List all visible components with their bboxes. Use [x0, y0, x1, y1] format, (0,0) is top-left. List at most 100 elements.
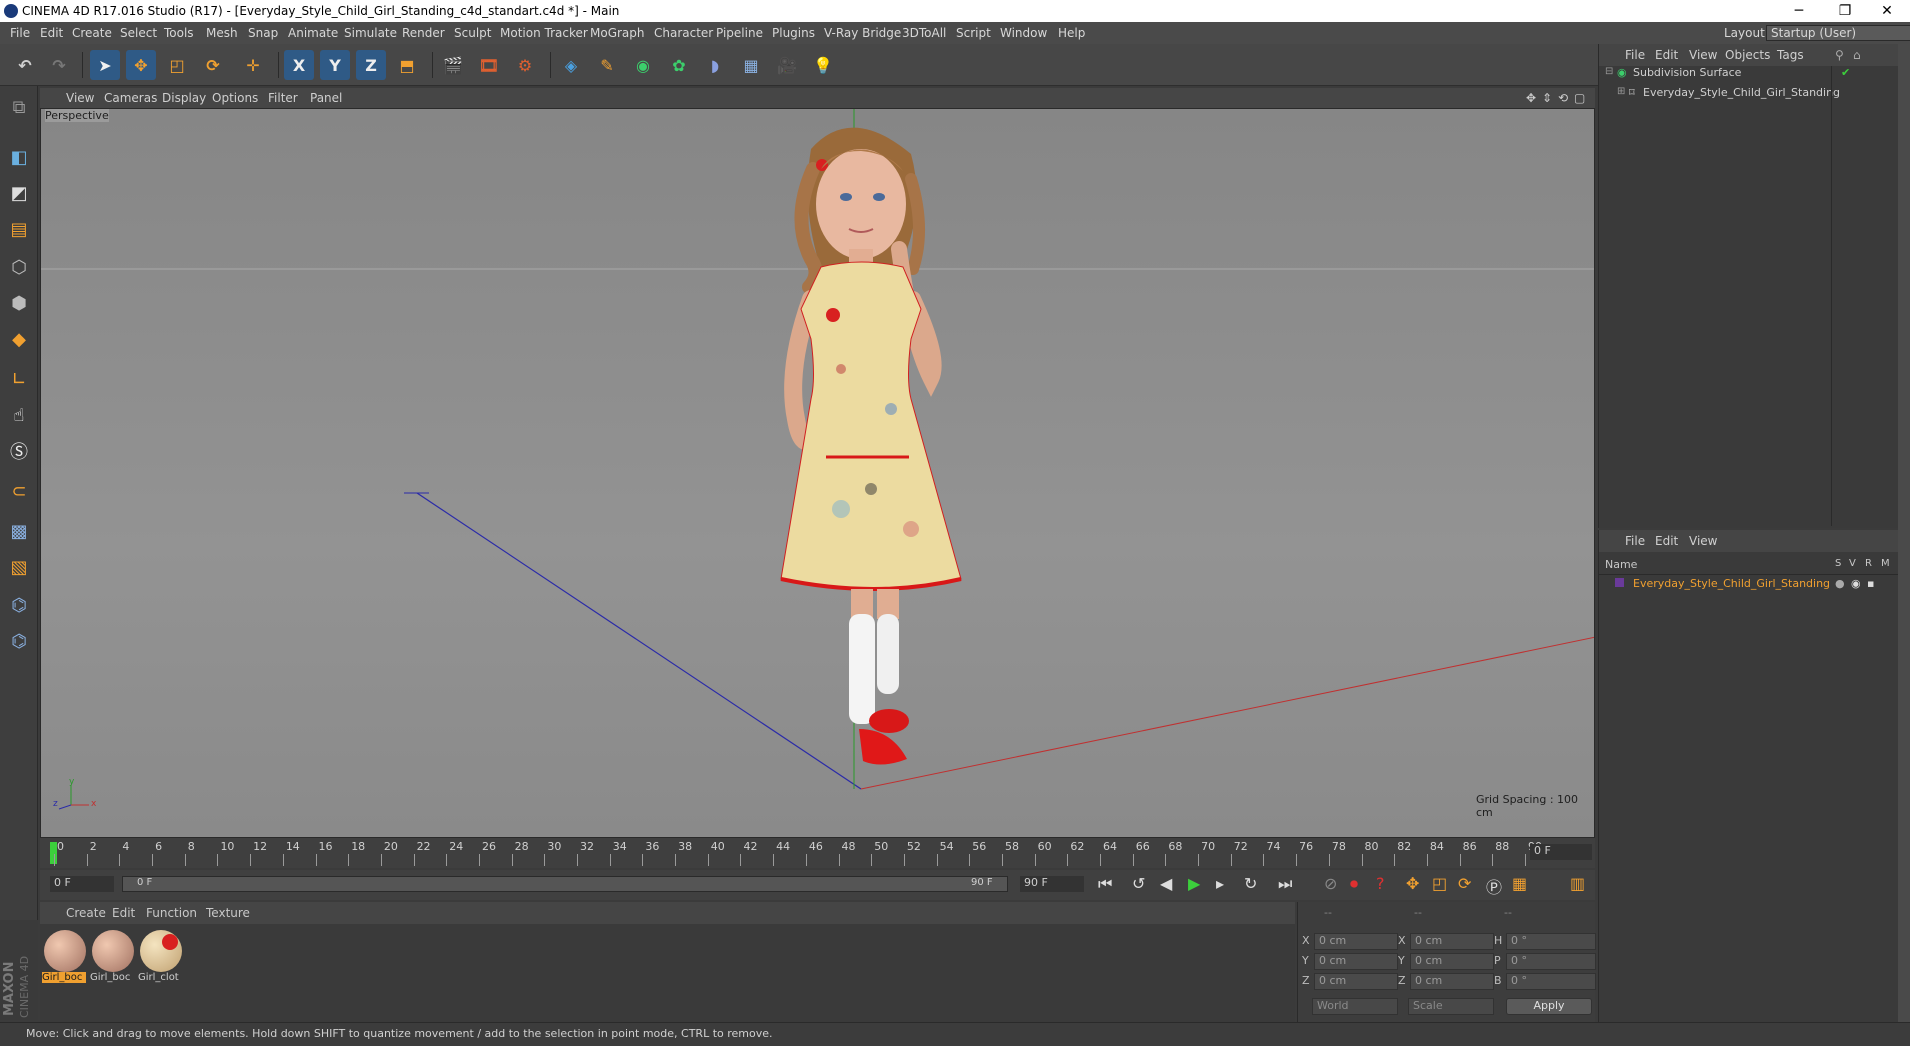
camera-object-icon[interactable]: 🎥 — [772, 50, 802, 80]
viewport-pan-icon[interactable]: ✥ — [1526, 91, 1536, 105]
menu-tools[interactable]: Tools — [164, 26, 194, 40]
edges-mode-icon[interactable]: ⬢ — [4, 288, 34, 318]
size-x-field[interactable]: 0 cm — [1410, 933, 1494, 950]
current-frame-field[interactable]: 0 F — [1530, 844, 1592, 860]
polygons-mode-icon[interactable]: ◆ — [4, 324, 34, 354]
layer-row[interactable]: Everyday_Style_Child_Girl_Standing ● ◉ ▪ — [1615, 576, 1895, 594]
visibility-check-icon[interactable]: ✔ — [1841, 66, 1850, 79]
timeline-window-icon[interactable]: ▥ — [1570, 874, 1585, 893]
viewport-zoom-icon[interactable]: ⇕ — [1542, 91, 1552, 105]
selection-arrow-icon[interactable]: ➤ — [90, 50, 120, 80]
viewport-maximize-icon[interactable]: ▢ — [1574, 91, 1585, 105]
menu-help[interactable]: Help — [1058, 26, 1085, 40]
menu-plugins[interactable]: Plugins — [772, 26, 815, 40]
grid-lock-icon[interactable]: ▩ — [4, 516, 34, 546]
layer-menu-view[interactable]: View — [1689, 534, 1717, 548]
move-tool-icon[interactable]: ✥ — [126, 50, 156, 80]
obj-menu-edit[interactable]: Edit — [1655, 48, 1678, 62]
rot-b-field[interactable]: 0 ° — [1506, 973, 1596, 990]
3d-viewport[interactable]: Perspective Grid Spacing : 100 cm y x z — [40, 108, 1595, 838]
menu-edit[interactable]: Edit — [40, 26, 63, 40]
obj-menu-file[interactable]: File — [1625, 48, 1645, 62]
pos-z-field[interactable]: 0 cm — [1314, 973, 1398, 990]
menu-animate[interactable]: Animate — [288, 26, 338, 40]
menu-mesh[interactable]: Mesh — [206, 26, 238, 40]
material-item[interactable]: Girl_clot — [138, 928, 184, 988]
menu-script[interactable]: Script — [956, 26, 991, 40]
key-scale-icon[interactable]: ◰ — [1432, 874, 1447, 893]
timeline-ruler[interactable]: 0 2 4 6 8 10 12 14 16 18 20 22 24 26 28 30 32 34 36 38 40 42 4… — [40, 838, 1595, 868]
coord-mode-select[interactable]: World — [1312, 998, 1398, 1015]
material-menu-function[interactable]: Function — [146, 906, 197, 920]
tweak-mode-icon[interactable]: ☝ — [4, 400, 34, 430]
goto-end-icon[interactable]: ⏭ — [1278, 874, 1292, 894]
viewport-menu-panel[interactable]: Panel — [310, 91, 342, 105]
coordinate-system-icon[interactable]: ⬒ — [392, 50, 422, 80]
material-menu-edit[interactable]: Edit — [112, 906, 135, 920]
prev-frame-icon[interactable]: ◀ — [1160, 874, 1172, 893]
home-icon[interactable]: ⌂ — [1853, 48, 1861, 62]
menu-render[interactable]: Render — [402, 26, 445, 40]
live-selection-icon[interactable]: ✛ — [238, 50, 268, 80]
python-script-icon[interactable]: ⌬ — [4, 626, 34, 656]
menu-window[interactable]: Window — [1000, 26, 1047, 40]
scale-tool-icon[interactable]: ◰ — [162, 50, 192, 80]
grid-rotate-icon[interactable]: ▧ — [4, 552, 34, 582]
cube-primitive-icon[interactable]: ◈ — [556, 50, 586, 80]
viewport-menu-display[interactable]: Display — [162, 91, 206, 105]
key-param-icon[interactable]: Ⓟ — [1486, 874, 1502, 898]
rot-h-field[interactable]: 0 ° — [1506, 933, 1596, 950]
panel-tabs-strip[interactable] — [1898, 44, 1910, 1024]
key-rotation-icon[interactable]: ⟳ — [1458, 874, 1471, 893]
magnet-icon[interactable]: ⊂ — [4, 476, 34, 506]
menu-create[interactable]: Create — [72, 26, 112, 40]
pos-y-field[interactable]: 0 cm — [1314, 953, 1398, 970]
menu-character[interactable]: Character — [654, 26, 713, 40]
auto-key-icon[interactable]: ? — [1376, 874, 1385, 893]
key-position-icon[interactable]: ✥ — [1406, 874, 1419, 893]
layer-menu-file[interactable]: File — [1625, 534, 1645, 548]
menu-mograph[interactable]: MoGraph — [590, 26, 645, 40]
object-row[interactable]: ⊟ ◉ Subdivision Surface ✔ — [1605, 64, 1891, 82]
next-key-icon[interactable]: ↻ — [1244, 874, 1257, 893]
obj-menu-tags[interactable]: Tags — [1777, 48, 1804, 62]
menu-snap[interactable]: Snap — [248, 26, 278, 40]
viewport-rotate-icon[interactable]: ⟲ — [1558, 91, 1568, 105]
viewport-menu-cameras[interactable]: Cameras — [104, 91, 157, 105]
material-menu-create[interactable]: Create — [66, 906, 106, 920]
size-z-field[interactable]: 0 cm — [1410, 973, 1494, 990]
pos-x-field[interactable]: 0 cm — [1314, 933, 1398, 950]
object-row[interactable]: ⊞ ⌑ Everyday_Style_Child_Girl_Standing — [1617, 84, 1891, 102]
x-axis-lock-icon[interactable]: X — [284, 50, 314, 80]
menu-simulate[interactable]: Simulate — [344, 26, 397, 40]
texture-mode-icon[interactable]: ◩ — [4, 178, 34, 208]
material-item[interactable]: Girl_boc — [42, 928, 88, 988]
next-frame-icon[interactable]: ▸ — [1216, 874, 1224, 893]
render-icon[interactable]: ▪ — [1867, 577, 1874, 590]
obj-menu-view[interactable]: View — [1689, 48, 1717, 62]
minimize-button[interactable]: ─ — [1776, 0, 1822, 22]
key-pla-icon[interactable]: ▦ — [1512, 874, 1527, 893]
python-icon[interactable]: ⌬ — [4, 590, 34, 620]
frame-range-slider[interactable]: 0 F 90 F — [122, 876, 1008, 892]
apply-button[interactable]: Apply — [1506, 998, 1592, 1015]
rot-p-field[interactable]: 0 ° — [1506, 953, 1596, 970]
menu-motion-tracker[interactable]: Motion Tracker — [500, 26, 588, 40]
floor-object-icon[interactable]: ▦ — [736, 50, 766, 80]
light-object-icon[interactable]: 💡 — [808, 50, 838, 80]
menu-select[interactable]: Select — [120, 26, 157, 40]
record-key-icon[interactable]: ⏺ — [1350, 874, 1358, 894]
viewport-menu-filter[interactable]: Filter — [268, 91, 298, 105]
menu-pipeline[interactable]: Pipeline — [716, 26, 763, 40]
render-picture-viewer-icon[interactable]: 🎞 — [474, 50, 504, 80]
viewport-menu-view[interactable]: View — [66, 91, 94, 105]
prev-key-icon[interactable]: ↺ — [1132, 874, 1145, 893]
mograph-cloner-icon[interactable]: ✿ — [664, 50, 694, 80]
spline-pen-icon[interactable]: ✎ — [592, 50, 622, 80]
menu-sculpt[interactable]: Sculpt — [454, 26, 491, 40]
snap-s-icon[interactable]: Ⓢ — [4, 436, 34, 466]
deformer-bend-icon[interactable]: ◗ — [700, 50, 730, 80]
search-icon[interactable]: ⚲ — [1835, 48, 1844, 62]
end-frame-field[interactable]: 90 F — [1020, 876, 1084, 892]
start-frame-field[interactable]: 0 F — [50, 876, 114, 892]
